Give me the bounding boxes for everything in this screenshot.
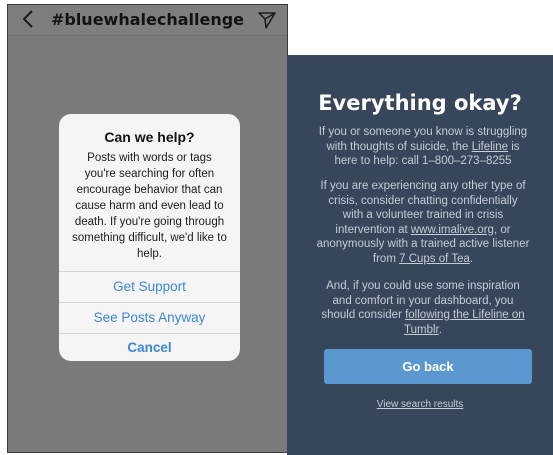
text-line: and comfort in your dashboard, you — [332, 294, 514, 307]
see-posts-anyway-button[interactable]: See Posts Anyway — [59, 303, 240, 333]
text-line: If you are experiencing any other type o… — [320, 180, 526, 192]
7-cups-of-tea-link[interactable]: 7 Cups of Tea — [399, 253, 470, 265]
dialog-message: Posts with words or tags you're searchin… — [65, 150, 234, 262]
paper-plane-icon[interactable] — [257, 10, 277, 30]
follow-lifeline-link[interactable]: following the Lifeline on — [405, 309, 525, 321]
lifeline-link[interactable]: Lifeline — [472, 141, 508, 153]
chevron-left-icon[interactable] — [20, 8, 38, 30]
text-line: from 7 Cups of Tea. — [299, 252, 547, 267]
text-span: with thoughts of suicide, the — [326, 140, 472, 153]
dialog-message-line: encourage behavior that can — [76, 184, 223, 196]
text-line: If you or someone you know is struggling — [318, 126, 528, 138]
text-span: intervention at — [335, 223, 411, 236]
cancel-button[interactable]: Cancel — [59, 333, 240, 361]
follow-lifeline-link-cont[interactable]: Tumblr — [404, 324, 439, 336]
text-line: And, if you could use some inspiration — [326, 280, 520, 292]
tumblr-help-panel: Everything okay? If you or someone you k… — [287, 55, 553, 455]
dialog-message-line: cause harm and even lead to — [75, 200, 224, 212]
imalive-link[interactable]: www.imalive.org — [411, 224, 494, 236]
crisis-chat-paragraph: If you are experiencing any other type o… — [299, 179, 547, 266]
panel-title: Everything okay? — [318, 91, 522, 115]
hashtag-title: #bluewhalechallenge — [50, 10, 245, 29]
dialog-message-line: death. If you're going through — [74, 216, 225, 228]
inspiration-paragraph: And, if you could use some inspiration a… — [299, 279, 547, 337]
text-span: . — [438, 323, 442, 336]
text-span: . — [469, 252, 474, 265]
text-line: with thoughts of suicide, the Lifeline i… — [299, 140, 547, 155]
search-header: #bluewhalechallenge — [8, 5, 287, 36]
text-line: Tumblr. — [299, 323, 547, 338]
text-span: is — [508, 140, 520, 153]
dialog-message-line: help. — [137, 248, 162, 260]
text-line: with a volunteer trained in crisis — [342, 209, 504, 221]
dialog-message-line: you're searching for often — [84, 168, 215, 180]
get-support-button[interactable]: Get Support — [59, 272, 240, 302]
go-back-button[interactable]: Go back — [324, 349, 532, 384]
dialog-title: Can we help? — [104, 129, 195, 145]
instagram-search-screen: #bluewhalechallenge Can we help? Posts w… — [7, 4, 288, 453]
text-line: anonymously with a trained active listen… — [316, 238, 530, 250]
text-line: intervention at www.imalive.org, or — [299, 223, 547, 238]
dialog-message-line: Posts with words or tags — [87, 152, 212, 164]
text-span: from — [372, 252, 400, 265]
text-line: crisis, consider chatting confidentially — [328, 194, 518, 207]
dialog-message-line: something difficult, we'd like to — [72, 232, 227, 244]
text-span: should consider — [321, 309, 406, 321]
view-search-results-link[interactable]: View search results — [287, 399, 553, 410]
text-span: , or — [493, 223, 511, 236]
hotline-text: here to help: call 1–800–273–8255 — [334, 155, 512, 167]
lifeline-paragraph: If you or someone you know is struggling… — [299, 125, 547, 169]
help-alert-dialog: Can we help? Posts with words or tags yo… — [59, 114, 240, 361]
text-line: should consider following the Lifeline o… — [299, 308, 547, 323]
